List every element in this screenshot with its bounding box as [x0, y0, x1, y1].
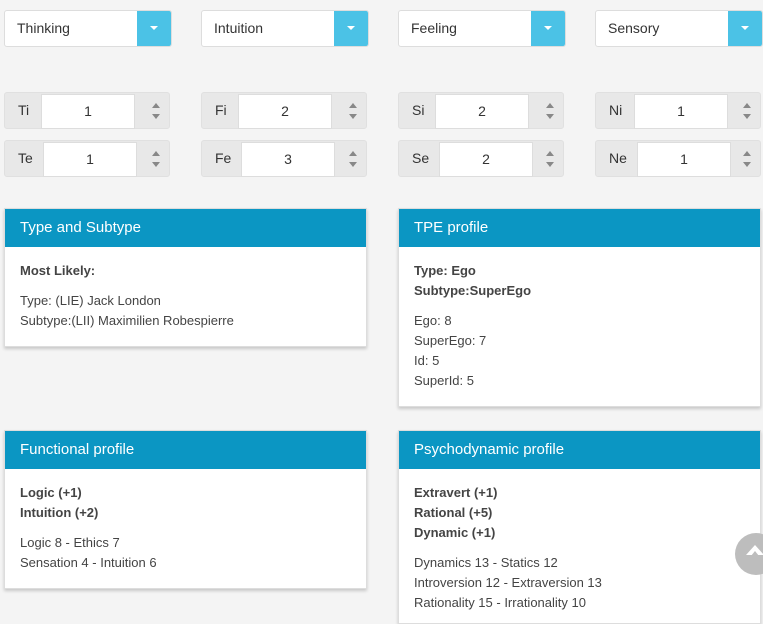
card-bold-line: Type: Ego	[414, 263, 476, 278]
card-bold-line: Most Likely:	[20, 263, 96, 278]
spinner-arrows-icon[interactable]	[545, 103, 555, 121]
chevron-down-icon	[347, 26, 355, 30]
spinner-arrows-icon[interactable]	[742, 151, 752, 169]
spinner-input[interactable]: 2	[435, 94, 529, 129]
function-select-4[interactable]: Sensory	[595, 10, 763, 47]
card-body: Logic (+1) Intuition (+2) Logic 8 - Ethi…	[5, 469, 366, 587]
spinner-input[interactable]: 2	[439, 142, 533, 177]
card-line: Subtype:(LII) Maximilien Robespierre	[20, 313, 234, 328]
spinner-input[interactable]: 1	[634, 94, 728, 129]
select-value: Intuition	[214, 20, 264, 36]
spinner-arrows-icon[interactable]	[348, 103, 358, 121]
card-body: Extravert (+1) Rational (+5) Dynamic (+1…	[399, 469, 760, 624]
function-select-3[interactable]: Feeling	[398, 10, 566, 47]
card-line: Type: (LIE) Jack London	[20, 293, 161, 308]
spinner-input[interactable]: 1	[637, 142, 731, 177]
dropdown-button[interactable]	[728, 11, 762, 46]
card-line: SuperId: 5	[414, 373, 474, 388]
spinner-se[interactable]: Se 2	[398, 140, 564, 177]
card-line: Ego: 8	[414, 313, 452, 328]
card-bold-line: Extravert (+1)	[414, 485, 498, 500]
chevron-down-icon	[544, 26, 552, 30]
card-bold-line: Intuition (+2)	[20, 505, 99, 520]
spinner-label: Ti	[18, 102, 30, 118]
card-line: Logic 8 - Ethics 7	[20, 535, 120, 550]
spinner-label: Ne	[609, 150, 627, 166]
spinner-te[interactable]: Te 1	[4, 140, 170, 177]
spinner-label: Te	[18, 150, 33, 166]
card-line: Sensation 4 - Intuition 6	[20, 555, 157, 570]
spinner-input[interactable]: 1	[41, 94, 135, 129]
spinner-ne[interactable]: Ne 1	[595, 140, 761, 177]
spinner-arrows-icon[interactable]	[348, 151, 358, 169]
spinner-input[interactable]: 1	[43, 142, 137, 177]
card-title: Type and Subtype	[5, 209, 366, 247]
type-subtype-card: Type and Subtype Most Likely: Type: (LIE…	[4, 208, 367, 347]
card-bold-line: Logic (+1)	[20, 485, 82, 500]
spinner-label: Fe	[215, 150, 232, 166]
dropdown-button[interactable]	[137, 11, 171, 46]
spinner-ti[interactable]: Ti 1	[4, 92, 170, 129]
spinner-fe[interactable]: Fe 3	[201, 140, 367, 177]
card-bold-line: Rational (+5)	[414, 505, 493, 520]
card-line: Rationality 15 - Irrationality 10	[414, 595, 586, 610]
spinner-si[interactable]: Si 2	[398, 92, 564, 129]
card-title: TPE profile	[399, 209, 760, 247]
psychodynamic-profile-card: Psychodynamic profile Extravert (+1) Rat…	[398, 430, 761, 624]
function-select-1[interactable]: Thinking	[4, 10, 172, 47]
spinner-label: Ni	[609, 102, 623, 118]
select-value: Sensory	[608, 20, 660, 36]
card-line: Id: 5	[414, 353, 440, 368]
select-value: Thinking	[17, 20, 70, 36]
spinner-arrows-icon[interactable]	[545, 151, 555, 169]
functional-profile-card: Functional profile Logic (+1) Intuition …	[4, 430, 367, 589]
card-title: Psychodynamic profile	[399, 431, 760, 469]
spinner-arrows-icon[interactable]	[742, 103, 752, 121]
tpe-profile-card: TPE profile Type: Ego Subtype:SuperEgo E…	[398, 208, 761, 407]
chevron-down-icon	[150, 26, 158, 30]
card-body: Type: Ego Subtype:SuperEgo Ego: 8 SuperE…	[399, 247, 760, 405]
spinner-input[interactable]: 2	[238, 94, 332, 129]
spinner-fi[interactable]: Fi 2	[201, 92, 367, 129]
spinner-arrows-icon[interactable]	[151, 103, 161, 121]
spinner-label: Si	[412, 102, 425, 118]
function-select-2[interactable]: Intuition	[201, 10, 369, 47]
spinner-input[interactable]: 3	[241, 142, 335, 177]
dropdown-button[interactable]	[334, 11, 368, 46]
spinner-label: Fi	[215, 102, 227, 118]
card-bold-line: Subtype:SuperEgo	[414, 283, 532, 298]
spinner-ni[interactable]: Ni 1	[595, 92, 761, 129]
spinner-label: Se	[412, 150, 430, 166]
card-bold-line: Dynamic (+1)	[414, 525, 496, 540]
chevron-down-icon	[741, 26, 749, 30]
dropdown-button[interactable]	[531, 11, 565, 46]
card-title: Functional profile	[5, 431, 366, 469]
spinner-arrows-icon[interactable]	[151, 151, 161, 169]
card-line: SuperEgo: 7	[414, 333, 487, 348]
card-line: Introversion 12 - Extraversion 13	[414, 575, 602, 590]
select-value: Feeling	[411, 20, 457, 36]
card-line: Dynamics 13 - Statics 12	[414, 555, 558, 570]
card-body: Most Likely: Type: (LIE) Jack London Sub…	[5, 247, 366, 345]
